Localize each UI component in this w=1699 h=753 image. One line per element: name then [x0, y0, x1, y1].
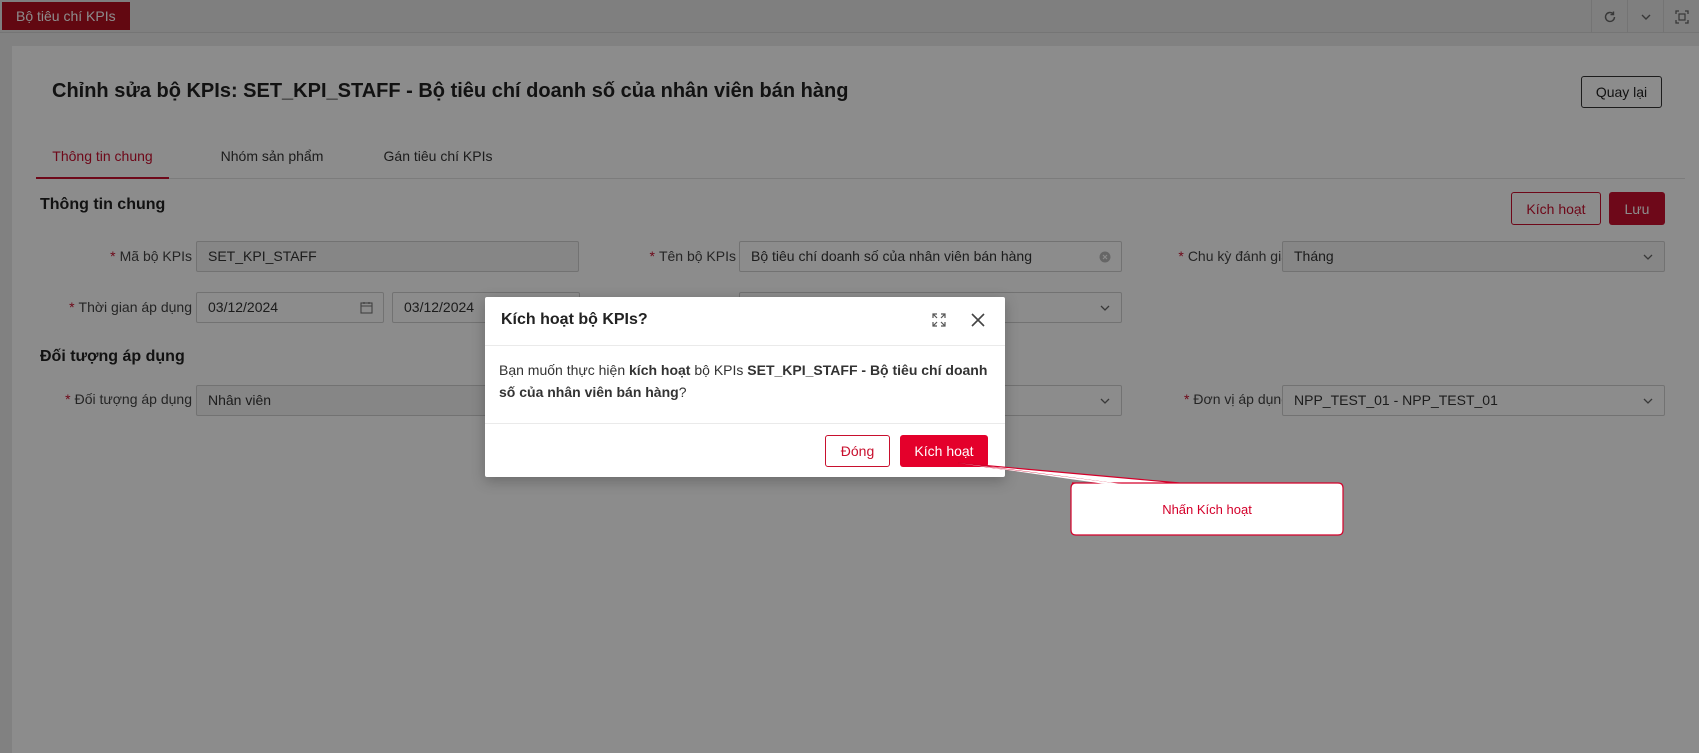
- modal-close-button[interactable]: Đóng: [825, 435, 890, 467]
- modal-activate-button[interactable]: Kích hoạt: [900, 435, 988, 467]
- modal-title: Kích hoạt bộ KPIs?: [501, 311, 648, 328]
- modal-message: Bạn muốn thực hiện kích hoạt bộ KPIs SET…: [499, 362, 988, 400]
- close-icon[interactable]: [968, 310, 988, 330]
- callout-text: Nhấn Kích hoạt: [1162, 501, 1252, 517]
- expand-icon[interactable]: [930, 311, 948, 329]
- modal-footer-divider: [485, 423, 1005, 424]
- activate-confirm-modal: Kích hoạt bộ KPIs? Bạn muốn thực hiện kí…: [485, 297, 1005, 477]
- modal-header-divider: [485, 345, 1005, 346]
